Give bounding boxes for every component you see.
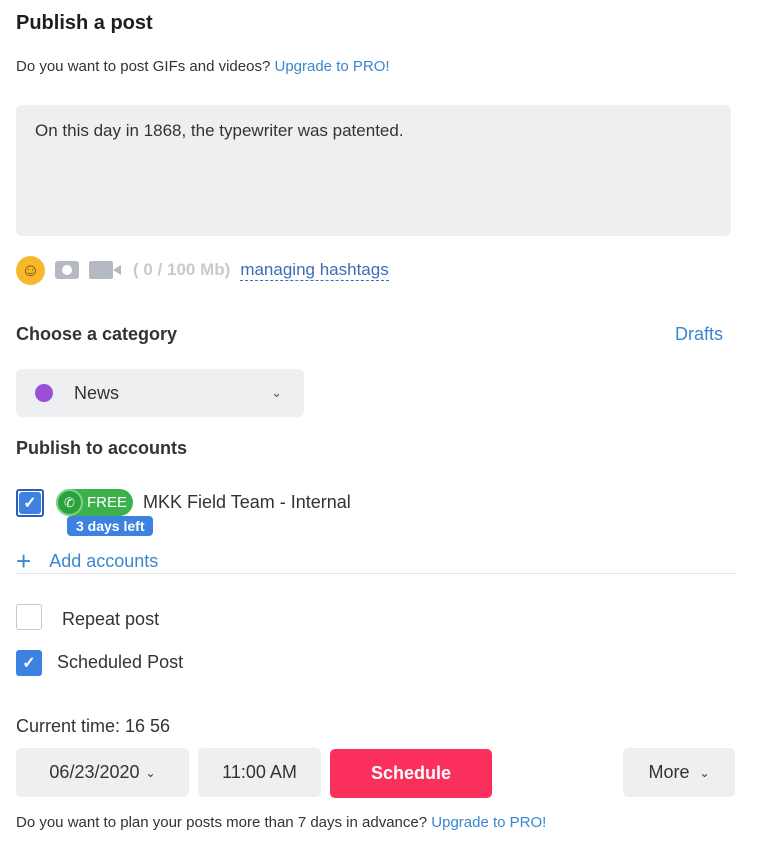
category-select[interactable]: News ⌄ (16, 369, 304, 417)
chevron-down-icon: ⌄ (145, 765, 156, 780)
current-time: Current time: 16 56 (16, 716, 171, 736)
managing-hashtags-link[interactable]: managing hashtags (240, 260, 389, 281)
scheduled-post-checkbox[interactable]: ✓ (16, 650, 42, 676)
account-checkbox[interactable]: ✓ (16, 489, 44, 517)
video-icon[interactable] (89, 261, 123, 279)
accounts-label: Publish to accounts (16, 438, 188, 458)
footer-text: Do you want to plan your posts more than… (16, 814, 428, 831)
footer-prompt: Do you want to plan your posts more than… (16, 814, 546, 831)
more-button[interactable]: More ⌄ (623, 748, 735, 797)
free-badge: ✆ FREE (56, 489, 133, 516)
post-text-input[interactable]: On this day in 1868, the typewriter was … (16, 105, 731, 236)
whatsapp-icon: ✆ (56, 489, 83, 516)
chevron-down-icon: ⌄ (699, 765, 710, 780)
upgrade-prompt: Do you want to post GIFs and videos? Upg… (16, 58, 390, 75)
more-label: More (648, 762, 690, 782)
drafts-link[interactable]: Drafts (675, 324, 723, 345)
camera-icon[interactable] (55, 261, 79, 279)
upgrade-link[interactable]: Upgrade to PRO! (274, 58, 389, 75)
scheduled-post-label: Scheduled Post (57, 652, 184, 672)
upgrade-text: Do you want to post GIFs and videos? (16, 58, 271, 75)
divider (16, 573, 736, 574)
repeat-post-checkbox[interactable] (16, 604, 42, 630)
repeat-post-label: Repeat post (62, 609, 160, 629)
emoji-icon[interactable]: ☺ (16, 255, 45, 285)
trial-badge: 3 days left (67, 516, 154, 536)
media-toolbar: ☺ ( 0 / 100 Mb) managing hashtags (16, 255, 389, 285)
category-label: Choose a category (16, 324, 178, 344)
badge-text: FREE (87, 494, 128, 511)
footer-upgrade-link[interactable]: Upgrade to PRO! (431, 814, 546, 831)
page-title: Publish a post (16, 12, 153, 34)
date-picker[interactable]: 06/23/2020 ⌄ (16, 748, 189, 797)
date-value: 06/23/2020 (49, 762, 140, 782)
check-icon: ✓ (19, 492, 41, 514)
category-value: News (74, 382, 120, 403)
chevron-down-icon: ⌄ (271, 385, 282, 400)
schedule-button[interactable]: Schedule (330, 749, 492, 798)
account-name: MKK Field Team - Internal (143, 492, 351, 512)
media-size: ( 0 / 100 Mb) (133, 260, 231, 279)
category-color-dot (35, 384, 53, 402)
add-accounts-label: Add accounts (49, 551, 159, 571)
time-picker[interactable]: 11:00 AM (198, 748, 321, 797)
